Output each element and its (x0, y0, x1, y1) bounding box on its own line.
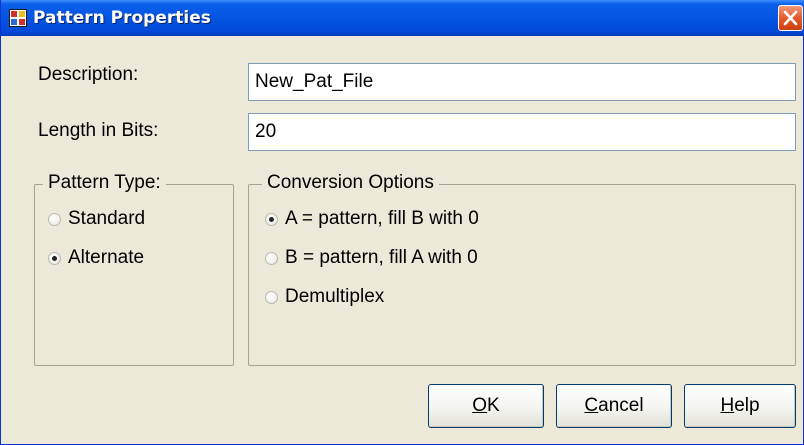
radio-alternate-label: Alternate (68, 247, 145, 268)
radio-standard[interactable]: Standard (48, 208, 218, 234)
help-label-rest: elp (734, 395, 760, 416)
radio-b-pattern-circle[interactable] (265, 252, 278, 265)
radio-a-pattern-label: A = pattern, fill B with 0 (285, 208, 479, 229)
cancel-label-rest: ancel (598, 395, 644, 416)
description-field[interactable] (248, 63, 796, 101)
radio-b-pattern[interactable]: B = pattern, fill A with 0 (265, 247, 665, 273)
radio-alternate[interactable]: Alternate (48, 247, 218, 273)
pattern-app-icon (9, 9, 27, 27)
radio-demultiplex-label: Demultiplex (285, 286, 385, 307)
window-title: Pattern Properties (33, 8, 211, 28)
pattern-type-legend: Pattern Type: (43, 172, 166, 194)
close-button[interactable] (778, 5, 803, 31)
radio-demultiplex-circle[interactable] (265, 291, 278, 304)
pattern-properties-dialog: Pattern Properties Description: Length i… (0, 0, 804, 445)
description-label: Description: (38, 64, 139, 85)
radio-a-pattern-circle[interactable] (265, 213, 278, 226)
cancel-mnemonic: C (584, 395, 599, 416)
close-icon (783, 10, 798, 26)
ok-mnemonic: O (472, 395, 488, 416)
help-button[interactable]: Help (684, 384, 796, 428)
ok-label-rest: K (487, 395, 500, 416)
help-mnemonic: H (720, 395, 735, 416)
radio-a-pattern[interactable]: A = pattern, fill B with 0 (265, 208, 665, 234)
radio-b-pattern-label: B = pattern, fill A with 0 (285, 247, 478, 268)
cancel-button[interactable]: Cancel (556, 384, 672, 428)
radio-demultiplex[interactable]: Demultiplex (265, 286, 665, 312)
radio-standard-circle[interactable] (48, 213, 61, 226)
length-in-bits-label: Length in Bits: (38, 120, 159, 141)
radio-alternate-circle[interactable] (48, 252, 61, 265)
radio-standard-label: Standard (68, 208, 146, 229)
ok-button[interactable]: OK (428, 384, 544, 428)
conversion-options-legend: Conversion Options (262, 172, 439, 194)
title-bar[interactable]: Pattern Properties (1, 0, 804, 36)
length-in-bits-field[interactable] (248, 113, 796, 151)
